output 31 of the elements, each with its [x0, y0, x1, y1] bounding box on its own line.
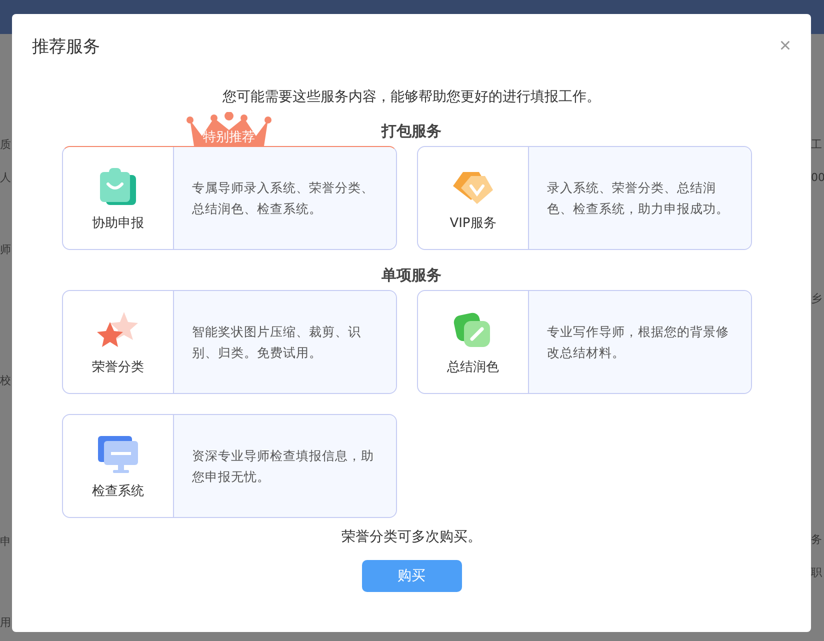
dialog-title: 推荐服务	[32, 36, 100, 58]
form-label: 00	[811, 172, 824, 183]
service-name: 检查系统	[92, 483, 144, 500]
form-label: 乡	[811, 293, 823, 304]
form-label: 人	[0, 172, 12, 183]
note-text: 荣誉分类可多次购买。	[340, 528, 482, 546]
section-title: 打包服务	[382, 122, 442, 140]
service-name: 总结润色	[447, 359, 499, 376]
form-label: 校	[0, 375, 12, 386]
service-card[interactable]: 协助申报 专属导师录入系统、荣誉分类、总结润色、检查系统。	[62, 146, 397, 250]
form-label: 工	[811, 139, 823, 150]
service-description: 智能奖状图片压缩、裁剪、识别、归类。免费试用。	[192, 323, 362, 362]
form-label: 用	[0, 617, 12, 628]
service-description: 录入系统、荣誉分类、总结润色、检查系统，助力申报成功。	[547, 179, 729, 218]
form-label: 质	[0, 139, 12, 150]
service-name: 荣誉分类	[92, 359, 144, 376]
form-label: 务	[811, 534, 823, 545]
intro-text: 您可能需要这些服务内容，能够帮助您更好的进行填报工作。	[222, 88, 602, 106]
form-label: 师	[0, 244, 12, 255]
service-description: 资深专业导师检查填报信息，助您申报无忧。	[192, 447, 374, 486]
service-name: VIP服务	[450, 215, 496, 232]
form-label: 申	[0, 536, 12, 547]
form-label: 职	[811, 567, 823, 578]
section-title: 单项服务	[382, 266, 442, 284]
service-description: 专属导师录入系统、荣誉分类、总结润色、检查系统。	[192, 179, 374, 218]
service-card[interactable]: 检查系统 资深专业导师检查填报信息，助您申报无忧。	[62, 414, 397, 518]
service-card[interactable]: VIP服务 录入系统、荣誉分类、总结润色、检查系统，助力申报成功。	[417, 146, 752, 250]
service-card[interactable]: 荣誉分类 智能奖状图片压缩、裁剪、识别、归类。免费试用。	[62, 290, 397, 394]
service-card[interactable]: 总结润色 专业写作导师，根据您的背景修改总结材料。	[417, 290, 752, 394]
service-description: 专业写作导师，根据您的背景修改总结材料。	[547, 323, 729, 362]
service-name: 协助申报	[92, 215, 144, 232]
